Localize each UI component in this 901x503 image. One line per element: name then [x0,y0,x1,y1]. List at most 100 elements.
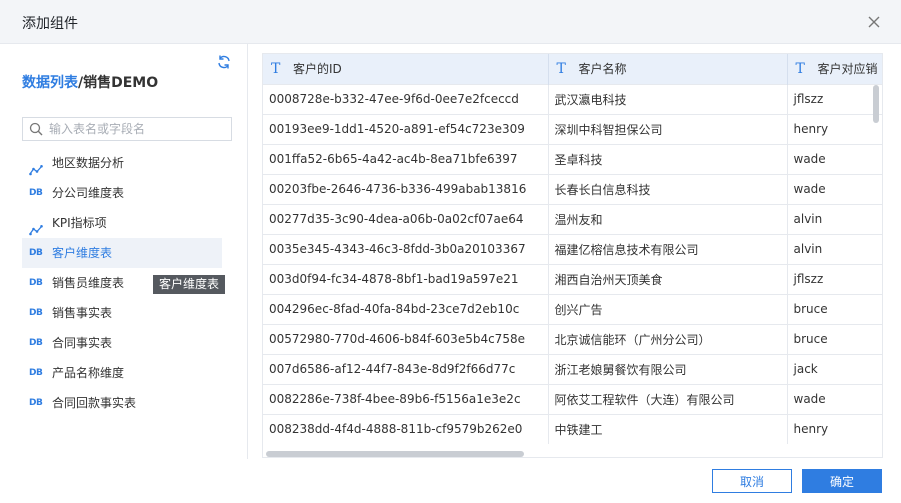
table-cell: wade [787,173,882,204]
table-cell: 阿依艾工程软件（大连）有限公司 [548,383,788,414]
table-row[interactable]: 008238dd-4f4d-4888-811b-cf9579b262e0 中铁建工… [263,413,882,444]
table-cell: 长春长白信息科技 [548,173,788,204]
table-cell: 创兴广告 [548,293,788,324]
table-row[interactable]: 00277d35-3c90-4dea-a06b-0a02cf07ae64 温州友和… [263,203,882,234]
table-list-item-label: KPI指标项 [52,216,107,230]
table-row[interactable]: 007d6586-af12-44f7-843e-8d9f2f66d77c 浙江老娘… [263,353,882,384]
search-input[interactable] [49,120,225,138]
table-row[interactable]: 004296ec-8fad-40fa-84bd-23ce7d2eb10c 创兴广告… [263,293,882,324]
table-row[interactable]: 00572980-770d-4606-b84f-603e5b4c758e 北京诚信… [263,323,882,354]
table-list-item-label: 产品名称维度 [52,366,125,380]
table-cell: 温州友和 [548,203,788,234]
table-cell: 00203fbe-2646-4736-b336-499abab13816 [263,173,549,204]
table-cell: jflszz [787,263,882,294]
table-list-item-label: 分公司维度表 [52,186,125,200]
table-list-item[interactable]: DB 分公司维度表 [22,178,222,208]
horizontal-scrollbar[interactable] [262,449,872,459]
column-header-label: 客户对应销 [817,62,878,77]
table-cell: 福建亿榕信息技术有限公司 [548,233,788,264]
table-row[interactable]: 0008728e-b332-47ee-9f6d-0ee7e2fceccd 武汉瀛电… [263,83,882,114]
grid-body: 0008728e-b332-47ee-9f6d-0ee7e2fceccd 武汉瀛电… [263,83,882,444]
cancel-button[interactable]: 取消 [712,469,792,493]
table-list-item-label: 地区数据分析 [52,156,125,170]
header-row: T 客户的ID T 客户名称 T 客户对应销 [263,54,882,84]
table-row[interactable]: 00193ee9-1dd1-4520-a891-ef54c723e309 深圳中科… [263,113,882,144]
text-type-icon: T [556,61,566,78]
table-cell: 007d6586-af12-44f7-843e-8d9f2f66d77c [263,353,549,384]
table-cell: 0008728e-b332-47ee-9f6d-0ee7e2fceccd [263,83,549,114]
table-cell: henry [787,113,882,144]
confirm-button[interactable]: 确定 [802,469,882,493]
table-cell: 00572980-770d-4606-b84f-603e5b4c758e [263,323,549,354]
breadcrumb-current: 销售DEMO [83,75,159,91]
table-list-item[interactable]: KPI指标项 [22,208,222,238]
table-cell: 北京诚信能环（广州分公司） [548,323,788,354]
search-icon [29,122,43,136]
table-cell: 武汉瀛电科技 [548,83,788,114]
table-list-pane: 数据列表/销售DEMO 地区数据分析DB分公司维度表KPI指标项DB客户维度表D… [0,44,248,459]
db-icon: DB [29,248,43,258]
table-list-item[interactable]: 地区数据分析 [22,148,222,178]
breadcrumb-data-list-link[interactable]: 数据列表 [22,75,78,91]
table-row[interactable]: 0035e345-4343-46c3-8fdd-3b0a20103367 福建亿榕… [263,233,882,264]
table-cell: henry [787,413,882,444]
table-cell: 008238dd-4f4d-4888-811b-cf9579b262e0 [263,413,549,444]
table-cell: 0035e345-4343-46c3-8fdd-3b0a20103367 [263,233,549,264]
table-list-item[interactable]: DB 合同回款事实表 [22,388,222,418]
table-cell: 004296ec-8fad-40fa-84bd-23ce7d2eb10c [263,293,549,324]
analysis-icon [29,217,43,236]
table-list-item-label: 销售事实表 [52,306,113,320]
table-cell: bruce [787,293,882,324]
vertical-scroll-thumb[interactable] [873,85,879,123]
db-icon: DB [29,188,43,198]
table-cell: 00277d35-3c90-4dea-a06b-0a02cf07ae64 [263,203,549,234]
dialog-header: 添加组件 [0,0,901,44]
table-cell: 深圳中科智担保公司 [548,113,788,144]
table-row[interactable]: 00203fbe-2646-4736-b336-499abab13816 长春长白… [263,173,882,204]
table-list-item-label: 销售员维度表 [52,276,125,290]
dialog-title: 添加组件 [22,16,78,32]
data-grid: T 客户的ID T 客户名称 T 客户对应销 0008728e-b332-47ee-9… [263,54,882,444]
refresh-icon[interactable] [216,54,232,70]
table-row[interactable]: 003d0f94-fc34-4878-8bf1-bad19a597e21 湘西自治… [263,263,882,294]
table-row[interactable]: 001ffa52-6b65-4a42-ac4b-8ea71bfe6397 圣卓科技… [263,143,882,174]
db-icon: DB [29,338,43,348]
column-header[interactable]: T 客户对应销 [787,54,882,84]
column-header[interactable]: T 客户的ID [263,54,549,84]
db-icon: DB [29,368,43,378]
table-cell: jflszz [787,83,882,114]
column-header-label: 客户的ID [293,62,342,77]
table-list-item[interactable]: DB 客户维度表 [22,238,222,268]
horizontal-scroll-thumb[interactable] [266,451,524,457]
table-cell: wade [787,383,882,414]
search-box [22,117,232,141]
table-cell: bruce [787,323,882,354]
text-type-icon: T [271,61,281,78]
table-cell: 圣卓科技 [548,143,788,174]
vertical-scrollbar[interactable] [871,83,881,448]
table-cell: alvin [787,203,882,234]
table-list-item[interactable]: DB 合同事实表 [22,328,222,358]
breadcrumb: 数据列表/销售DEMO [22,72,158,92]
table-cell: 中铁建工 [548,413,788,444]
table-cell: 00193ee9-1dd1-4520-a891-ef54c723e309 [263,113,549,144]
table-list-item-label: 客户维度表 [52,246,113,260]
data-preview-table: T 客户的ID T 客户名称 T 客户对应销 0008728e-b332-47ee-9… [262,53,883,458]
column-header-label: 客户名称 [578,62,627,77]
table-cell: jack [787,353,882,384]
db-icon: DB [29,308,43,318]
table-list-item[interactable]: DB 产品名称维度 [22,358,222,388]
table-row[interactable]: 0082286e-738f-4bee-89b6-f5156a1e3e2c 阿依艾工… [263,383,882,414]
table-cell: 0082286e-738f-4bee-89b6-f5156a1e3e2c [263,383,549,414]
table-cell: 001ffa52-6b65-4a42-ac4b-8ea71bfe6397 [263,143,549,174]
table-cell: wade [787,143,882,174]
table-cell: 003d0f94-fc34-4878-8bf1-bad19a597e21 [263,263,549,294]
db-icon: DB [29,278,43,288]
table-list-item[interactable]: DB 销售事实表 [22,298,222,328]
analysis-icon [29,157,43,176]
close-icon[interactable] [865,13,883,31]
column-header[interactable]: T 客户名称 [548,54,788,84]
table-cell: 湘西自治州天顶美食 [548,263,788,294]
table-list-item-label: 合同回款事实表 [52,396,137,410]
tooltip: 客户维度表 [153,275,226,294]
